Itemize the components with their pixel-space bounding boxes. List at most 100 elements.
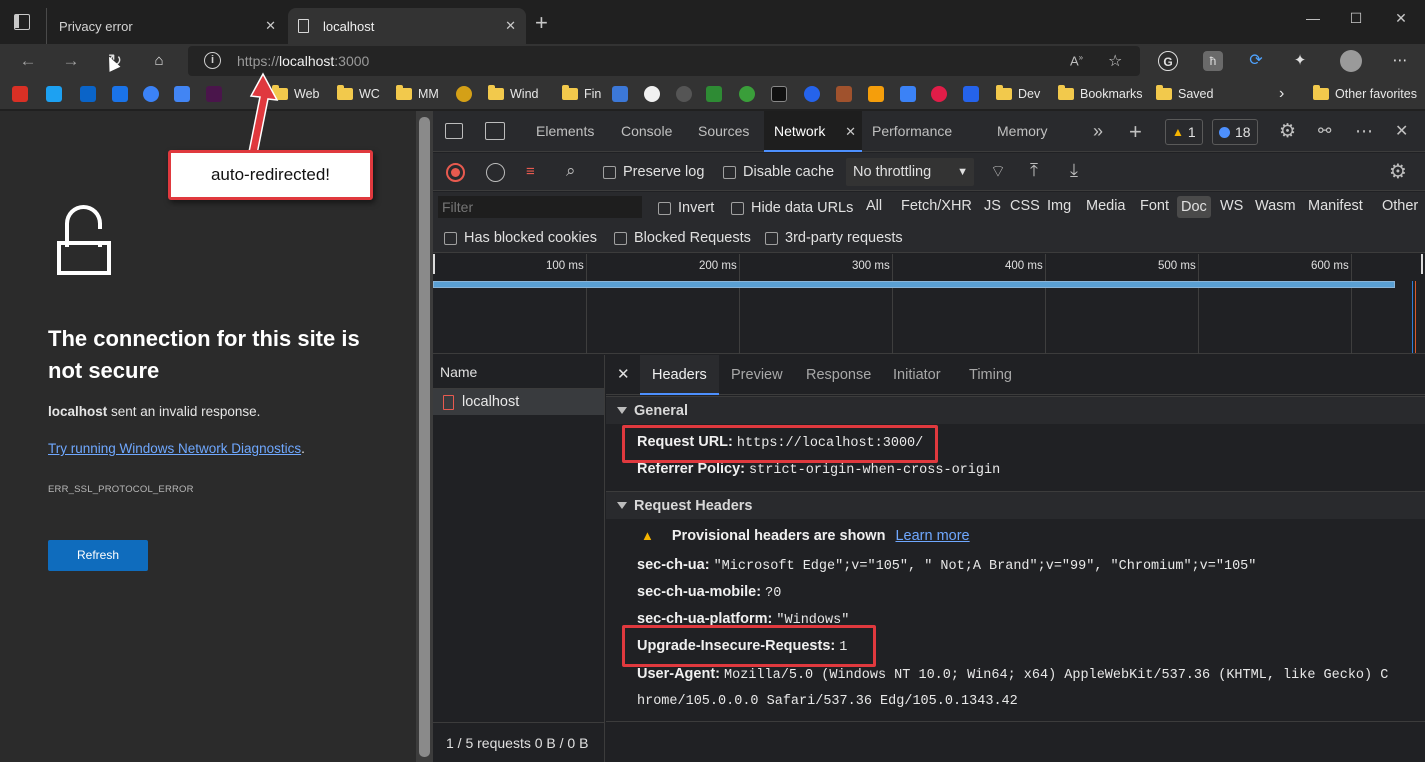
general-section-header[interactable]: General [606,396,1425,424]
favorite-folder-fin[interactable]: Fin [562,84,601,104]
app-icon[interactable] [739,84,761,104]
tab-actions-icon[interactable] [14,14,30,30]
close-tab-icon[interactable]: ✕ [265,18,276,34]
more-options-icon[interactable]: ⋯ [1355,111,1373,152]
name-column-header[interactable]: Name [433,355,604,389]
filter-other[interactable]: Other [1382,198,1418,214]
clear-icon[interactable] [486,163,505,182]
close-tab-icon[interactable]: ✕ [505,18,516,34]
close-details-icon[interactable]: ✕ [617,355,630,395]
settings-gear-icon[interactable]: ⚙ [1279,111,1296,152]
read-aloud-icon[interactable]: A» [1070,53,1083,68]
messages-badge[interactable]: 18 [1212,119,1258,145]
filter-ws[interactable]: WS [1220,198,1243,214]
learn-more-link[interactable]: Learn more [895,528,969,544]
app-icon[interactable] [868,84,890,104]
close-tab-icon[interactable]: ✕ [845,111,856,152]
network-timeline[interactable]: 100 ms 200 ms 300 ms 400 ms 500 ms 600 m… [433,254,1425,354]
close-devtools-icon[interactable]: ✕ [1395,111,1408,152]
favorite-folder-dev[interactable]: Dev [996,84,1040,104]
request-headers-section-header[interactable]: Request Headers [606,491,1425,519]
minimize-button[interactable]: — [1290,10,1336,26]
back-icon[interactable]: ← [14,50,42,72]
search-icon[interactable]: ⌕ [566,161,576,181]
blocked-requests-checkbox[interactable]: Blocked Requests [614,230,751,246]
app-icon[interactable] [963,84,985,104]
app-icon[interactable] [771,84,793,104]
close-window-button[interactable]: ✕ [1378,10,1424,27]
tab-headers[interactable]: Headers [640,355,719,395]
calendar-icon[interactable] [112,84,134,104]
add-tool-icon[interactable]: + [1129,111,1142,152]
request-row[interactable]: localhost [433,389,604,415]
people-icon[interactable] [143,84,165,104]
slack-icon[interactable] [206,84,228,104]
device-toolbar-icon[interactable] [485,122,505,140]
gmail-icon[interactable] [12,84,34,104]
tab-performance[interactable]: Performance [872,111,952,152]
tab-memory[interactable]: Memory [997,111,1048,152]
forward-icon[interactable]: → [57,50,85,72]
filter-js[interactable]: JS [984,198,1001,214]
filter-wasm[interactable]: Wasm [1255,198,1296,214]
add-favorite-icon[interactable]: ☆ [1108,51,1122,71]
diagnostics-link[interactable]: Try running Windows Network Diagnostics. [48,441,305,456]
third-party-checkbox[interactable]: 3rd-party requests [765,230,903,246]
sync-icon[interactable]: ⟳ [1246,51,1266,71]
more-tabs-icon[interactable]: » [1093,111,1103,152]
tab-timing[interactable]: Timing [969,355,1012,395]
page-scrollbar[interactable] [416,111,433,762]
filter-media[interactable]: Media [1086,198,1126,214]
import-har-icon[interactable]: ⤒ [1030,160,1038,181]
tab-privacy-error[interactable]: Privacy error ✕ [46,8,286,44]
hide-data-urls-checkbox[interactable]: Hide data URLs [731,200,853,216]
filter-doc[interactable]: Doc [1177,196,1211,218]
filter-input[interactable] [438,196,642,218]
app-icon[interactable] [804,84,826,104]
filter-img[interactable]: Img [1047,198,1071,214]
tab-console[interactable]: Console [621,111,672,152]
maximize-button[interactable]: ☐ [1333,10,1379,27]
profile-avatar[interactable] [1340,50,1362,72]
td-icon[interactable] [706,84,728,104]
favorite-folder-wind[interactable]: Wind [488,84,538,104]
disable-cache-checkbox[interactable]: Disable cache [723,164,834,180]
tab-localhost[interactable]: localhost ✕ [288,8,526,44]
app-icon[interactable] [612,84,634,104]
favorite-folder-other[interactable]: Other favorites [1313,84,1417,104]
favorite-folder-wc[interactable]: WC [337,84,380,104]
inspect-element-icon[interactable] [445,123,463,139]
tab-network[interactable]: Network ✕ [764,111,862,152]
tab-sources[interactable]: Sources [698,111,749,152]
extension-icon[interactable]: ħ [1203,51,1223,71]
filter-font[interactable]: Font [1140,198,1169,214]
new-tab-button[interactable]: + [535,12,548,34]
site-info-icon[interactable]: i [204,52,221,69]
favorite-folder-bookmarks[interactable]: Bookmarks [1058,84,1143,104]
outlook-icon[interactable] [80,84,102,104]
filter-manifest[interactable]: Manifest [1308,198,1363,214]
translate-icon[interactable] [174,84,196,104]
warnings-badge[interactable]: ▲ 1 [1165,119,1203,145]
tab-preview[interactable]: Preview [731,355,783,395]
export-har-icon[interactable]: ⤓ [1070,160,1078,181]
tab-response[interactable]: Response [806,355,871,395]
more-options-icon[interactable]: ⋯ [1390,51,1410,71]
throttling-select[interactable]: No throttling ▼ [846,158,974,186]
app-icon[interactable] [836,84,858,104]
filter-icon[interactable]: ≡ [526,163,535,180]
favorite-folder-mm[interactable]: MM [396,84,439,104]
app-icon[interactable] [900,84,922,104]
preserve-log-checkbox[interactable]: Preserve log [603,164,704,180]
extension-icon[interactable]: G [1158,51,1178,71]
refresh-button[interactable]: Refresh [48,540,148,571]
favorite-folder-saved[interactable]: Saved [1156,84,1213,104]
github-icon[interactable] [644,84,666,104]
globe-icon[interactable] [456,84,478,104]
tab-elements[interactable]: Elements [536,111,594,152]
blocked-cookies-checkbox[interactable]: Has blocked cookies [444,230,597,246]
network-conditions-icon[interactable]: ⌔ [990,161,1006,182]
filter-css[interactable]: CSS [1010,198,1040,214]
home-icon[interactable]: ⌂ [145,50,173,72]
connection-icon[interactable]: ⚯ [1318,111,1331,152]
